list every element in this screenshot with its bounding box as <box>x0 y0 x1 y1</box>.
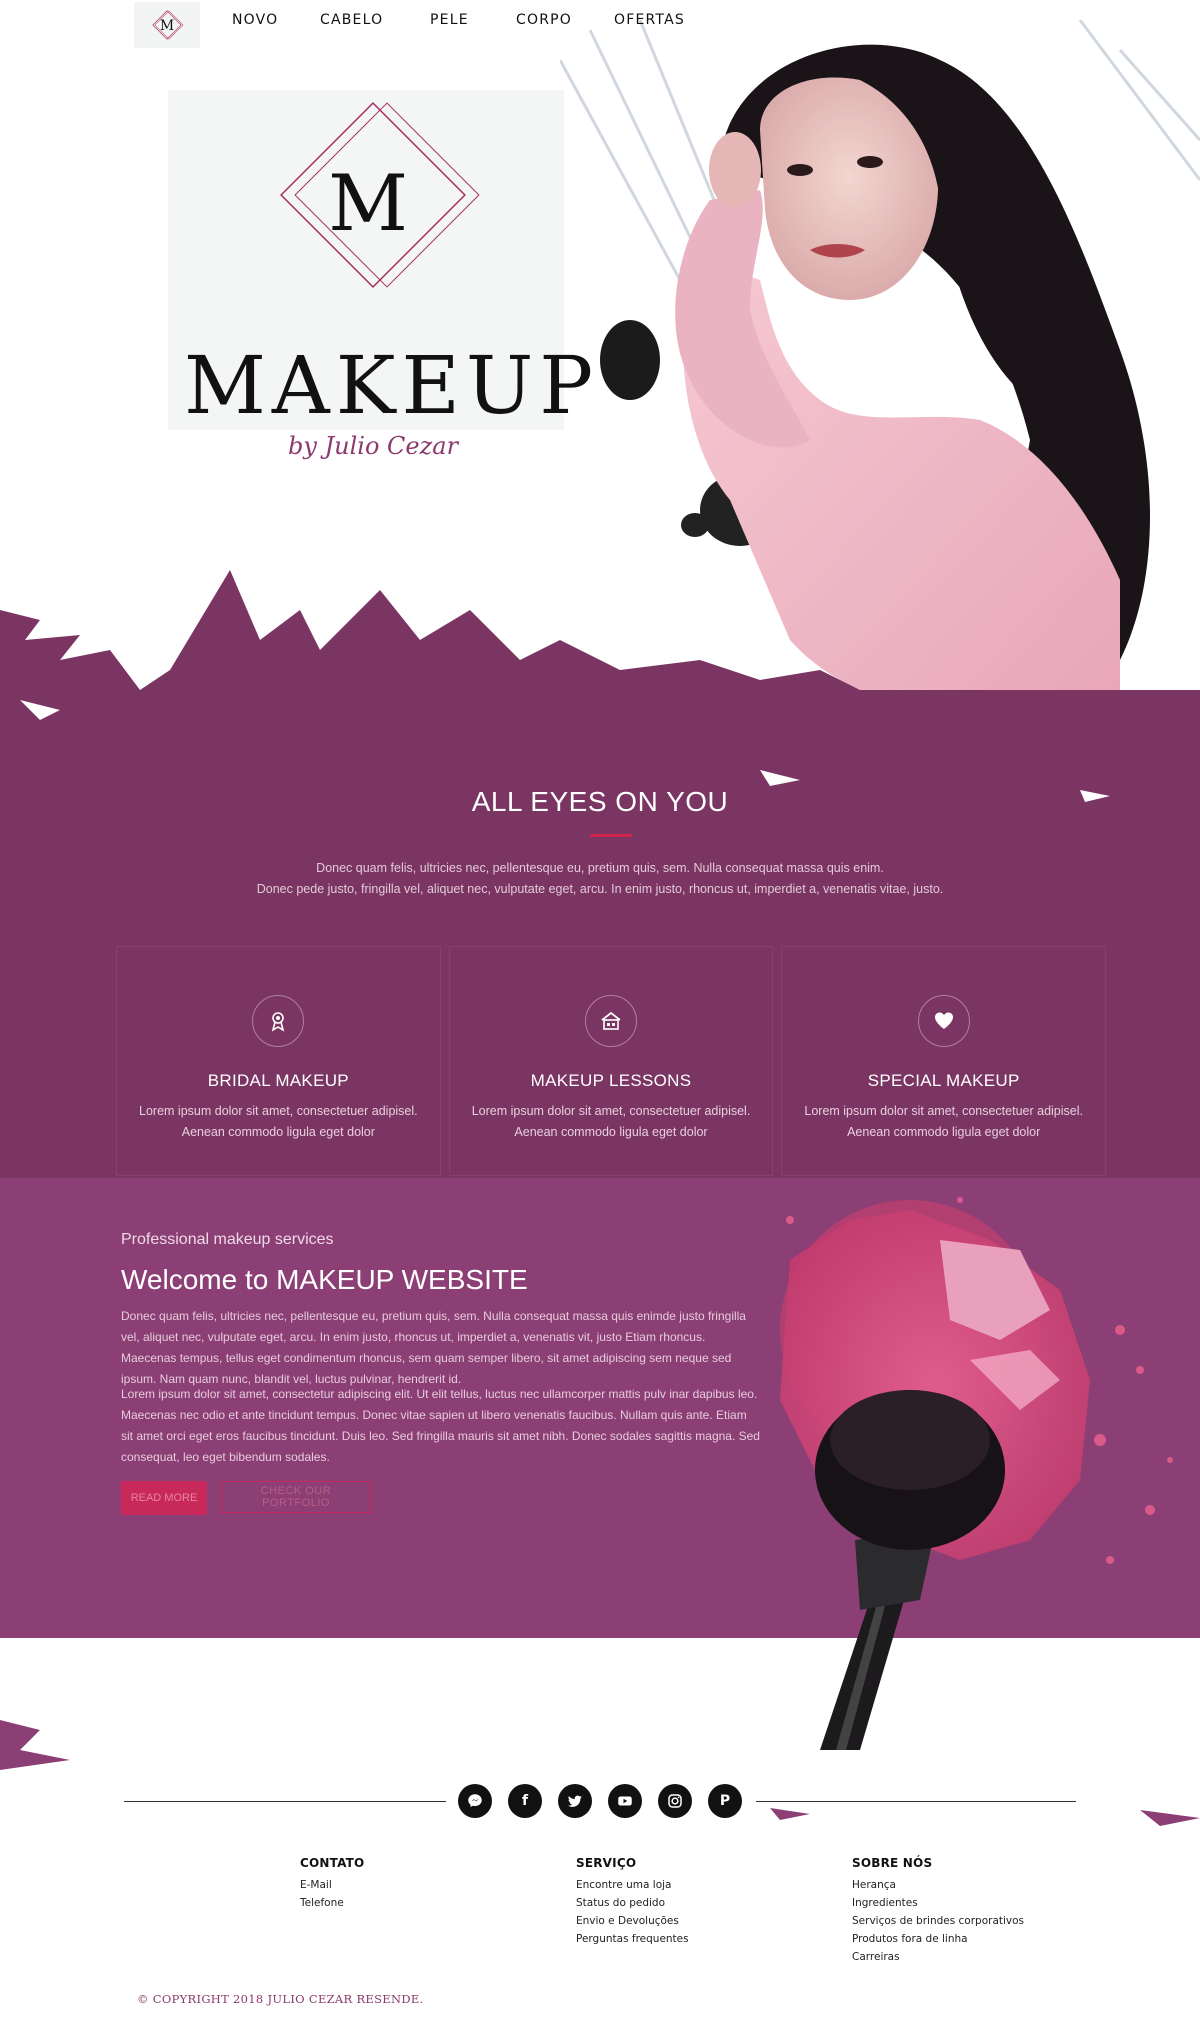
pinterest-icon[interactable]: P <box>708 1784 742 1818</box>
footer-link-store[interactable]: Encontre uma loja <box>576 1876 689 1894</box>
title-underline <box>590 834 632 837</box>
service-title: SPECIAL MAKEUP <box>867 1071 1020 1090</box>
service-text-line-2: Aenean commodo ligula eget dolor <box>847 1125 1041 1139</box>
service-title: MAKEUP LESSONS <box>530 1071 692 1090</box>
instagram-icon[interactable] <box>658 1784 692 1818</box>
nav-logo[interactable]: M <box>134 2 200 48</box>
footer-heading-sobre: SOBRE NÓS <box>852 1856 933 1870</box>
svg-text:M: M <box>328 159 408 249</box>
twitter-icon[interactable] <box>558 1784 592 1818</box>
service-text-line-1: Lorem ipsum dolor sit amet, consectetuer… <box>804 1104 1083 1118</box>
service-text-line-2: Aenean commodo ligula eget dolor <box>181 1125 375 1139</box>
nav-item-ofertas[interactable]: OFERTAS <box>614 12 685 28</box>
school-house-icon <box>585 995 637 1047</box>
intro-title: ALL EYES ON YOU <box>471 786 729 817</box>
nav-item-corpo[interactable]: CORPO <box>516 12 614 28</box>
footer-link-corporate-gifts[interactable]: Serviços de brindes corporativos <box>852 1912 1024 1930</box>
divider-left <box>124 1801 446 1802</box>
welcome-kicker: Professional makeup services <box>121 1231 334 1248</box>
brush-stroke-top <box>0 570 1200 810</box>
social-icons: f P <box>458 1784 742 1818</box>
service-text-line-2: Aenean commodo ligula eget dolor <box>514 1125 708 1139</box>
facebook-icon[interactable]: f <box>508 1784 542 1818</box>
footer-link-telefone[interactable]: Telefone <box>300 1894 364 1912</box>
intro-line-1: Donec quam felis, ultricies nec, pellent… <box>316 861 884 875</box>
footer-link-heritage[interactable]: Herança <box>852 1876 1024 1894</box>
nav-item-novo[interactable]: NOVO <box>232 12 320 28</box>
portfolio-button[interactable]: CHECK OUR PORTFOLIO <box>220 1481 372 1513</box>
youtube-icon[interactable] <box>608 1784 642 1818</box>
footer-col-servico: SERVIÇO Encontre uma loja Status do pedi… <box>576 1856 689 1948</box>
footer-list-contato: E-Mail Telefone <box>300 1876 364 1912</box>
divider-right <box>756 1801 1076 1802</box>
footer-heading-contato: CONTATO <box>300 1856 365 1870</box>
page: M NOVO CABELO PELE CORPO OFERTAS M MAKEU… <box>0 0 1200 2027</box>
footer-heading-servico: SERVIÇO <box>576 1856 637 1870</box>
nav-links: NOVO CABELO PELE CORPO OFERTAS <box>232 12 685 28</box>
service-card-special[interactable]: SPECIAL MAKEUP Lorem ipsum dolor sit ame… <box>781 946 1107 1176</box>
footer-list-sobre: Herança Ingredientes Serviços de brindes… <box>852 1876 1024 1966</box>
svg-text:M: M <box>160 18 174 34</box>
service-text-line-1: Lorem ipsum dolor sit amet, consectetuer… <box>471 1104 751 1118</box>
service-card-bridal[interactable]: BRIDAL MAKEUP Lorem ipsum dolor sit amet… <box>116 946 441 1176</box>
intro-line-2: Donec pede justo, fringilla vel, aliquet… <box>256 882 944 896</box>
service-text: Lorem ipsum dolor sit amet, consectetuer… <box>782 1101 1105 1143</box>
footer-link-ingredients[interactable]: Ingredientes <box>852 1894 1024 1912</box>
service-card-lessons[interactable]: MAKEUP LESSONS Lorem ipsum dolor sit ame… <box>448 946 774 1176</box>
footer-list-servico: Encontre uma loja Status do pedido Envio… <box>576 1876 689 1948</box>
copyright-text: © COPYRIGHT 2018 JULIO CEZAR RESENDE. <box>137 1992 424 2006</box>
footer-link-discontinued[interactable]: Produtos fora de linha <box>852 1930 1024 1948</box>
social-bar: f P <box>124 1780 1076 1824</box>
footer-link-careers[interactable]: Carreiras <box>852 1948 1024 1966</box>
welcome-title: Welcome to MAKEUP WEBSITE <box>121 1264 528 1295</box>
heart-icon <box>917 995 970 1047</box>
services-row: BRIDAL MAKEUP Lorem ipsum dolor sit amet… <box>116 946 1107 1176</box>
mk-logo-icon: M <box>152 10 184 40</box>
top-nav: M NOVO CABELO PELE CORPO OFERTAS <box>0 0 1200 48</box>
nav-item-pele[interactable]: PELE <box>430 12 516 28</box>
brand-signature: by Julio Cezar <box>288 432 459 460</box>
footer-col-sobre: SOBRE NÓS Herança Ingredientes Serviços … <box>852 1856 1024 1966</box>
award-ribbon-icon <box>252 995 305 1047</box>
footer-link-shipping[interactable]: Envio e Devoluções <box>576 1912 689 1930</box>
welcome-paragraph-1: Donec quam felis, ultricies nec, pellent… <box>121 1309 746 1386</box>
read-more-button[interactable]: READ MORE <box>121 1481 207 1515</box>
service-title: BRIDAL MAKEUP <box>207 1071 349 1090</box>
service-text: Lorem ipsum dolor sit amet, consectetuer… <box>450 1101 773 1143</box>
footer-link-faq[interactable]: Perguntas frequentes <box>576 1930 689 1948</box>
footer-link-order-status[interactable]: Status do pedido <box>576 1894 689 1912</box>
service-text: Lorem ipsum dolor sit amet, consectetuer… <box>117 1101 440 1143</box>
welcome-paragraph-2: Lorem ipsum dolor sit amet, consectetur … <box>121 1387 760 1464</box>
service-text-line-1: Lorem ipsum dolor sit amet, consectetuer… <box>139 1104 418 1118</box>
footer-link-email[interactable]: E-Mail <box>300 1876 364 1894</box>
nav-item-cabelo[interactable]: CABELO <box>320 12 430 28</box>
messenger-icon[interactable] <box>458 1784 492 1818</box>
intro-subtitle: Donec quam felis, ultricies nec, pellent… <box>0 858 1200 900</box>
brand-wordmark: MAKEUP <box>184 339 600 432</box>
footer-col-contato: CONTATO E-Mail Telefone <box>300 1856 364 1912</box>
